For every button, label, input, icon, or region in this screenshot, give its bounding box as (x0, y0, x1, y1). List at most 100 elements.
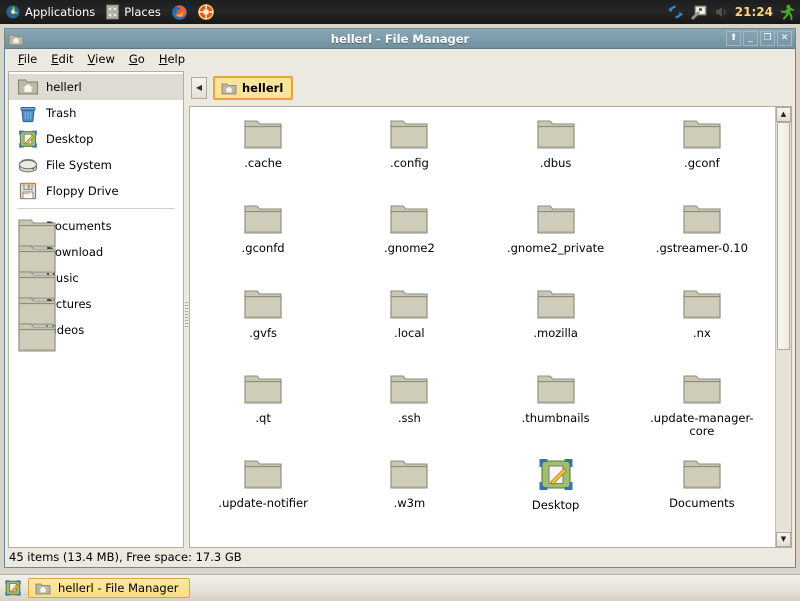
sidebar-item-file-system[interactable]: File System (9, 152, 183, 178)
applications-menu[interactable]: Applications (0, 1, 100, 23)
sidebar-item-label: File System (46, 158, 112, 172)
file-item[interactable]: .w3m (336, 453, 482, 538)
folder-icon (682, 287, 722, 321)
vertical-scrollbar[interactable]: ▲ ▼ (775, 107, 791, 547)
folder-icon (243, 287, 283, 321)
pane-splitter[interactable] (184, 71, 189, 548)
file-item[interactable]: .update-notifier (190, 453, 336, 538)
launcher-help[interactable] (193, 1, 219, 23)
folder-icon (17, 242, 56, 274)
folder-icon (536, 287, 576, 321)
sidebar-item-trash[interactable]: Trash (9, 100, 183, 126)
sidebar-item-pictures[interactable]: Pictures (9, 291, 183, 326)
file-item[interactable]: .local (336, 283, 482, 368)
folder-icon (243, 372, 283, 406)
places-sidebar: hellerl Trash Desktop File System Floppy Dri… (8, 71, 184, 548)
sidebar-separator (17, 208, 175, 209)
file-item[interactable]: .cache (190, 113, 336, 198)
sidebar-item-download[interactable]: Download (9, 239, 183, 274)
running-person-icon[interactable] (779, 4, 794, 20)
home-folder-icon (221, 81, 237, 96)
sidebar-item-label: hellerl (46, 80, 82, 94)
places-label: Places (124, 5, 161, 19)
menu-file[interactable]: File (11, 50, 44, 68)
desktop-icon (17, 129, 39, 149)
sidebar-item-floppy-drive[interactable]: Floppy Drive (9, 178, 183, 204)
file-item[interactable]: .gnome2_private (483, 198, 629, 283)
folder-icon (17, 294, 56, 326)
file-item[interactable]: .config (336, 113, 482, 198)
sidebar-item-music[interactable]: Music (9, 265, 183, 300)
launcher-firefox[interactable] (166, 1, 193, 23)
update-sync-icon[interactable] (667, 4, 684, 20)
file-item[interactable]: .mozilla (483, 283, 629, 368)
menu-edit-rest: dit (58, 51, 74, 66)
file-item-label: .nx (693, 326, 711, 340)
file-item-label: Desktop (531, 498, 580, 512)
desktop-icon (536, 457, 576, 493)
menu-go-mnemonic: G (128, 51, 138, 66)
menu-edit[interactable]: Edit (44, 50, 80, 68)
taskbar: hellerl - File Manager (0, 574, 800, 601)
file-item[interactable]: .ssh (336, 368, 482, 453)
places-menu[interactable]: Places (100, 1, 166, 23)
sidebar-item-documents[interactable]: Documents (9, 213, 183, 248)
show-desktop-icon[interactable] (4, 579, 22, 597)
statusbar-text: 45 items (13.4 MB), Free space: 17.3 GB (9, 550, 242, 564)
window-titlebar[interactable]: hellerl - File Manager ⬆ _ ❐ ✕ (5, 29, 795, 49)
minimize-button[interactable]: _ (743, 31, 758, 46)
file-item[interactable]: .gvfs (190, 283, 336, 368)
display-settings-icon[interactable] (690, 4, 707, 20)
pathbar: ◀ hellerl (189, 71, 792, 106)
file-item[interactable]: .qt (190, 368, 336, 453)
sidebar-item-desktop[interactable]: Desktop (9, 126, 183, 152)
view-pane: ◀ hellerl .cache .config .dbus .gconf .gconf… (189, 71, 795, 548)
file-manager-window: hellerl - File Manager ⬆ _ ❐ ✕ File Edit… (4, 28, 796, 568)
file-item[interactable]: .gnome2 (336, 198, 482, 283)
sidebar-item-videos[interactable]: Videos (9, 317, 183, 352)
file-item-label: .gconf (684, 156, 720, 170)
folder-icon (536, 117, 576, 151)
file-item-label: .gnome2 (383, 241, 435, 255)
pathbar-scroll-left-button[interactable]: ◀ (191, 77, 207, 99)
menu-view-rest: iew (95, 51, 115, 66)
scroll-up-button[interactable]: ▲ (776, 107, 791, 122)
splitter-grip[interactable] (185, 302, 188, 328)
menu-view[interactable]: View (81, 50, 122, 68)
file-item[interactable]: .gconfd (190, 198, 336, 283)
folder-icon (389, 372, 429, 406)
menu-go[interactable]: Go (122, 50, 152, 68)
applications-label: Applications (25, 5, 96, 19)
breadcrumb-hellerl[interactable]: hellerl (213, 76, 294, 100)
sidebar-item-hellerl[interactable]: hellerl (9, 74, 183, 100)
scroll-down-button[interactable]: ▼ (776, 532, 791, 547)
maximize-button[interactable]: ❐ (760, 31, 775, 46)
taskbar-task-file-manager[interactable]: hellerl - File Manager (28, 578, 190, 598)
help-lifesaver-icon (198, 4, 214, 20)
file-item[interactable]: Desktop (483, 453, 629, 538)
scrollbar-track[interactable] (776, 122, 791, 532)
file-icon-view[interactable]: .cache .config .dbus .gconf .gconfd .gnome2 .g… (189, 106, 792, 548)
file-item[interactable]: .thumbnails (483, 368, 629, 453)
panel-clock[interactable]: 21:24 (735, 5, 773, 19)
menubar: File Edit View Go Help (5, 49, 795, 69)
file-item[interactable]: .gstreamer-0.10 (629, 198, 775, 283)
file-item-label: .cache (244, 156, 282, 170)
folder-icon (243, 202, 283, 236)
file-item[interactable]: .dbus (483, 113, 629, 198)
folder-icon (389, 457, 429, 491)
file-item[interactable]: .update-manager-core (629, 368, 775, 453)
file-item[interactable]: .gconf (629, 113, 775, 198)
volume-icon[interactable] (713, 4, 729, 20)
desktop-screen: Applications Places 21:24 hellerl - File… (0, 0, 800, 601)
file-item[interactable]: Documents (629, 453, 775, 538)
statusbar: 45 items (13.4 MB), Free space: 17.3 GB (5, 548, 795, 565)
top-panel: Applications Places 21:24 (0, 0, 800, 24)
file-item[interactable]: .nx (629, 283, 775, 368)
menu-help[interactable]: Help (152, 50, 192, 68)
file-item-label: .local (394, 326, 425, 340)
close-button[interactable]: ✕ (777, 31, 792, 46)
home-folder-icon (35, 581, 51, 596)
scrollbar-thumb[interactable] (777, 122, 790, 350)
shade-button[interactable]: ⬆ (726, 31, 741, 46)
